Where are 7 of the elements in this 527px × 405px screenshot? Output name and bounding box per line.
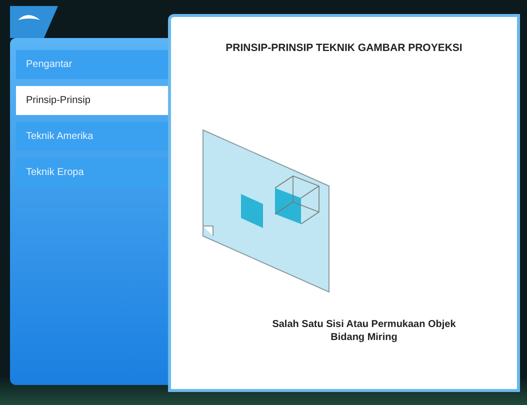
caption-text: Salah Satu Sisi Atau Permukaan Objek Bidang Miring <box>271 318 457 344</box>
menu-item[interactable]: Prinsip-Prinsip <box>16 86 168 115</box>
page-title: PRINSIP-PRINSIP TEKNIK GAMBAR PROYEKSI <box>226 42 462 54</box>
menu-item[interactable]: Teknik Amerika <box>16 122 168 151</box>
logo-icon <box>10 6 58 38</box>
menu-item[interactable]: Teknik Eropa <box>16 158 168 187</box>
menu-item[interactable]: Pengantar <box>16 50 168 79</box>
